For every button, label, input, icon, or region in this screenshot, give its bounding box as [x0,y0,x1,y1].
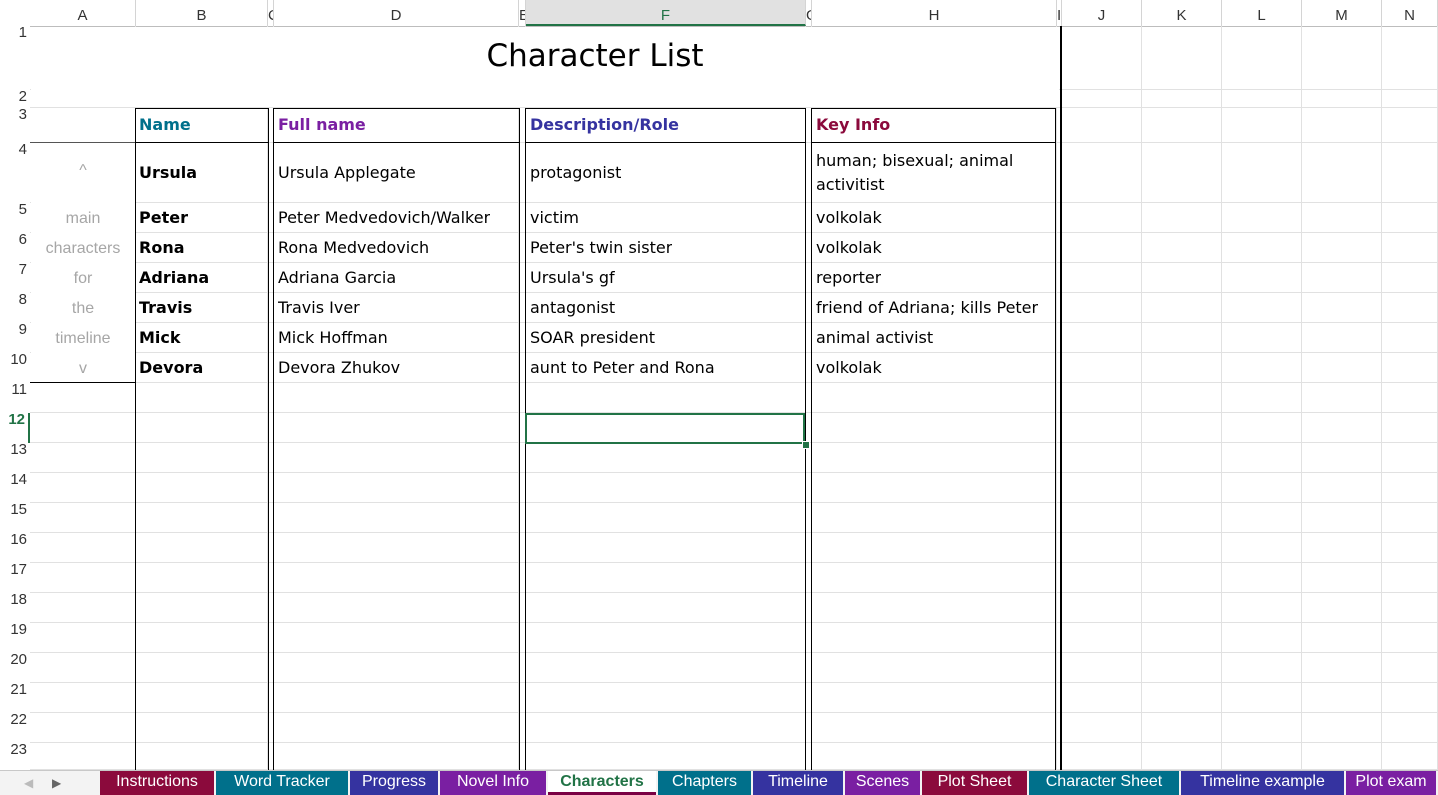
sheet-tab-timeline-example[interactable]: Timeline example [1181,771,1344,795]
sheet-tab-plot-exam[interactable]: Plot exam [1346,771,1436,795]
side-note-line: v [79,360,87,377]
tab-scroll-right-icon[interactable]: ▶ [52,776,61,790]
character-name[interactable]: Ursula [139,163,197,182]
fill-handle[interactable] [802,441,810,449]
header-key-info[interactable]: Key Info [816,115,890,134]
header-description[interactable]: Description/Role [530,115,679,134]
grid-line-vertical [1381,26,1382,770]
side-bottom-border [30,382,136,383]
sheet-tab-scenes[interactable]: Scenes [845,771,920,795]
column-header-f[interactable]: F [526,0,806,26]
character-full-name[interactable]: Devora Zhukov [278,358,400,377]
character-name[interactable]: Peter [139,208,188,227]
character-description[interactable]: Ursula's gf [530,268,615,287]
column-header-bar: ABCDEFGHIJKLMN [0,0,1438,27]
sheet-tab-chapters[interactable]: Chapters [658,771,751,795]
side-note-line: ^ [79,162,87,179]
sheet-tab-character-sheet[interactable]: Character Sheet [1029,771,1179,795]
character-name[interactable]: Devora [139,358,203,377]
character-name[interactable]: Rona [139,238,185,257]
column-header-e[interactable]: E [519,0,526,26]
row-header-1[interactable]: 1 [0,24,30,90]
character-key-info[interactable]: volkolak [816,358,882,377]
character-key-info[interactable]: friend of Adriana; kills Peter [816,298,1038,317]
character-full-name[interactable]: Ursula Applegate [278,163,416,182]
header-underline [525,142,806,143]
character-key-info[interactable]: reporter [816,268,881,287]
character-description[interactable]: aunt to Peter and Rona [530,358,715,377]
character-full-name[interactable]: Peter Medvedovich/Walker [278,208,490,227]
sheet-tab-characters[interactable]: Characters [548,771,656,795]
header-underline [811,142,1056,143]
character-description[interactable]: SOAR president [530,328,655,347]
header-underline [273,142,520,143]
sheet-tab-instructions[interactable]: Instructions [100,771,214,795]
character-description[interactable]: protagonist [530,163,621,182]
character-name[interactable]: Travis [139,298,192,317]
column-header-b[interactable]: B [136,0,268,26]
grid-line-vertical [1221,26,1222,770]
column-header-d[interactable]: D [274,0,519,26]
column-header-n[interactable]: N [1382,0,1438,26]
tab-scroll-left-icon[interactable]: ◀ [24,776,33,790]
column-header-a[interactable]: A [30,0,136,26]
grid-line-vertical [1056,26,1057,770]
character-description[interactable]: Peter's twin sister [530,238,672,257]
grid-line-vertical [1141,26,1142,770]
character-key-info[interactable]: volkolak [816,208,882,227]
character-full-name[interactable]: Rona Medvedovich [278,238,429,257]
sheet-tab-progress[interactable]: Progress [350,771,438,795]
header-underline [135,142,269,143]
character-name[interactable]: Adriana [139,268,209,287]
column-header-l[interactable]: L [1222,0,1302,26]
side-note-line: main [65,210,101,227]
column-header-k[interactable]: K [1142,0,1222,26]
row-header-bar: 1 2 3 4 5 6 7 8 9 10 11 12 13 14 15 16 17 18 19 20 21 22 23 [0,24,30,770]
character-full-name[interactable]: Adriana Garcia [278,268,396,287]
sheet-title: Character List [486,38,704,74]
sheet-tab-word-tracker[interactable]: Word Tracker [216,771,348,795]
print-area-border [1060,26,1062,770]
header-name[interactable]: Name [139,115,191,134]
character-name[interactable]: Mick [139,328,181,347]
character-description[interactable]: victim [530,208,579,227]
sheet-tab-timeline[interactable]: Timeline [753,771,843,795]
sheet-tab-plot-sheet[interactable]: Plot Sheet [922,771,1027,795]
side-note-line: the [71,300,95,317]
selected-cell[interactable] [525,413,805,444]
sheet-tab-novel-info[interactable]: Novel Info [440,771,546,795]
row-header-23[interactable]: 23 [0,741,30,770]
side-top-border [30,142,136,143]
side-note-line: for [73,270,93,287]
side-note-line: characters [45,240,121,257]
side-note-line: timeline [55,330,111,347]
column-header-m[interactable]: M [1302,0,1382,26]
character-description[interactable]: antagonist [530,298,615,317]
character-full-name[interactable]: Mick Hoffman [278,328,388,347]
character-full-name[interactable]: Travis Iver [278,298,360,317]
character-key-info[interactable]: volkolak [816,238,882,257]
column-header-j[interactable]: J [1062,0,1142,26]
column-header-h[interactable]: H [812,0,1057,26]
character-key-info-continued: activitist [816,175,885,194]
character-key-info[interactable]: animal activist [816,328,933,347]
header-full-name[interactable]: Full name [278,115,366,134]
character-key-info[interactable]: human; bisexual; animal [816,151,1013,170]
grid-line-vertical [1301,26,1302,770]
sheet-tab-bar: ◀ ▶ Instructions Word Tracker Progress Nove… [0,770,1438,795]
